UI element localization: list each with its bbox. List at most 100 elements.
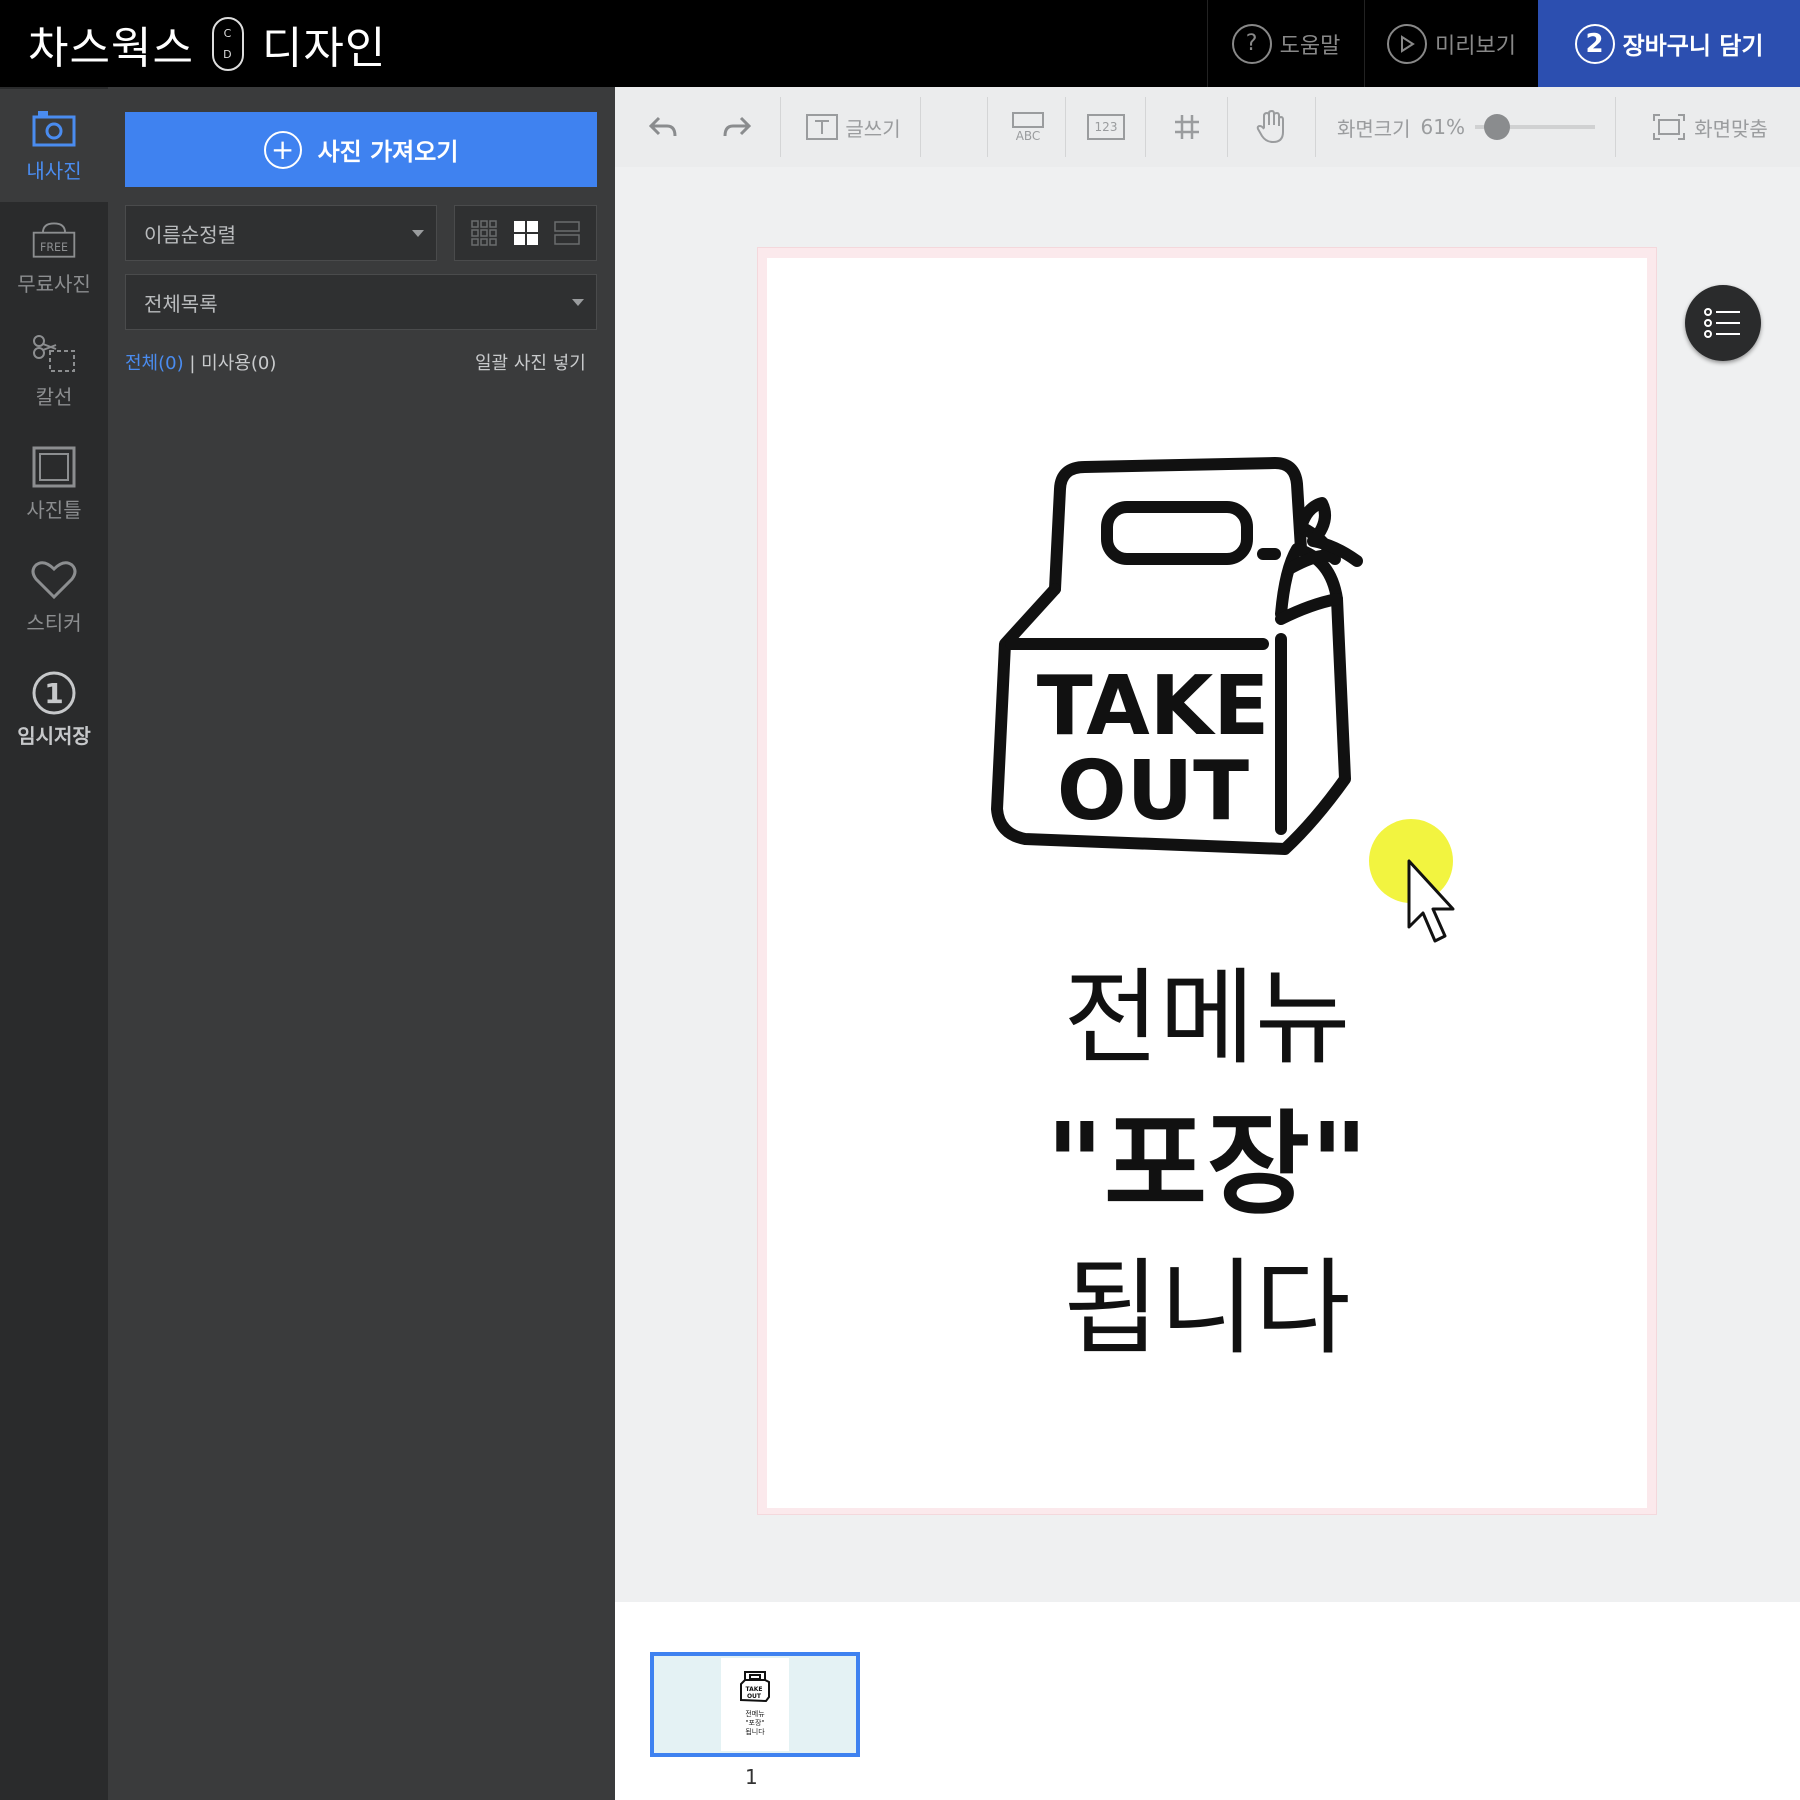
undo-button[interactable] bbox=[633, 87, 693, 167]
list-view-icon[interactable] bbox=[554, 220, 580, 246]
logo-pill-d: D bbox=[223, 48, 233, 61]
frame-icon bbox=[30, 446, 78, 488]
import-photo-label: 사진 가져오기 bbox=[317, 138, 459, 166]
help-label: 도움말 bbox=[1279, 33, 1341, 59]
plus-circle-icon: + bbox=[263, 130, 302, 169]
page-thumbnail-strip: TAKE OUT 전메뉴 "포장" 됩니다 1 bbox=[615, 1602, 1800, 1800]
zoom-label-group: 화면크기 61% bbox=[1315, 87, 1465, 167]
filter-unused[interactable]: 미사용(0) bbox=[201, 353, 276, 374]
editor-area: 글쓰기 ABC 123 화면크기 61% 화면맞춤 TAKE OUT 전메뉴 "… bbox=[615, 87, 1800, 1800]
folder-select[interactable]: 전체목록 bbox=[125, 274, 597, 330]
fit-screen-icon bbox=[1653, 114, 1686, 140]
redo-button[interactable] bbox=[707, 87, 767, 167]
mouse-cursor-icon bbox=[1369, 819, 1455, 943]
thumbnail-preview: TAKE OUT 전메뉴 "포장" 됩니다 bbox=[721, 1658, 789, 1751]
undo-icon bbox=[648, 116, 677, 137]
photo-filter-tabs: 전체(0) | 미사용(0) bbox=[125, 349, 276, 375]
toolbar-divider bbox=[1227, 97, 1228, 157]
grid-icon bbox=[1175, 115, 1199, 139]
toolbar-divider bbox=[1145, 97, 1146, 157]
help-icon: ? bbox=[1231, 23, 1272, 64]
zoom-label: 화면크기 bbox=[1336, 116, 1411, 141]
top-bar: 차스웍스 C D 디자인 ? 도움말 미리보기 2 장바구니 담기 bbox=[0, 0, 1800, 87]
camera-icon bbox=[30, 107, 78, 149]
add-to-cart-button[interactable]: 2 장바구니 담기 bbox=[1538, 0, 1800, 87]
page-number-button[interactable]: 123 bbox=[1071, 87, 1141, 167]
sidebar-item-cutline[interactable]: 칼선 bbox=[0, 315, 108, 428]
free-photo-icon: FREE bbox=[30, 220, 78, 262]
page-number-label: 123 bbox=[1086, 114, 1126, 140]
help-button[interactable]: ? 도움말 bbox=[1207, 0, 1364, 87]
scissors-icon bbox=[30, 333, 78, 375]
sidebar-item-label: 임시저장 bbox=[17, 724, 91, 748]
editor-toolbar: 글쓰기 ABC 123 화면크기 61% 화면맞춤 bbox=[615, 87, 1800, 167]
fit-screen-button[interactable]: 화면맞춤 bbox=[1640, 87, 1780, 167]
chevron-down-icon bbox=[412, 230, 424, 237]
toolbar-divider bbox=[987, 97, 988, 157]
filter-all[interactable]: 전체(0) bbox=[125, 353, 184, 374]
filter-separator: | bbox=[189, 353, 196, 374]
menu-text-line2[interactable]: "포장" bbox=[767, 1100, 1647, 1230]
svg-text:1: 1 bbox=[44, 677, 63, 710]
sidebar-item-sticker[interactable]: 스티커 bbox=[0, 541, 108, 654]
thumb-line3: 됩니다 bbox=[745, 1728, 765, 1736]
toolbar-divider bbox=[780, 97, 781, 157]
sidebar-item-label: 사진틀 bbox=[26, 498, 82, 522]
hand-icon bbox=[1256, 110, 1284, 144]
app-logo[interactable]: 차스웍스 C D 디자인 bbox=[28, 14, 386, 74]
sidebar-item-label: 칼선 bbox=[35, 385, 73, 409]
page-thumbnail[interactable]: TAKE OUT 전메뉴 "포장" 됩니다 bbox=[650, 1652, 860, 1757]
zoom-value: 61% bbox=[1420, 115, 1465, 139]
tool-sidebar: 내사진 FREE 무료사진 칼선 사진틀 스티커 1 임시저장 bbox=[0, 87, 108, 1800]
thumb-line2: "포장" bbox=[745, 1719, 765, 1727]
list-icon bbox=[1704, 308, 1740, 338]
takeout-bag-illustration[interactable]: TAKE OUT bbox=[985, 429, 1405, 869]
menu-text-line3[interactable]: 됩니다 bbox=[767, 1248, 1647, 1368]
grid-small-view-icon[interactable] bbox=[471, 220, 497, 246]
svg-text:FREE: FREE bbox=[40, 241, 68, 254]
photo-panel: + 사진 가져오기 이름순정렬 전체목록 전체(0) | 미사용(0) 일괄 사… bbox=[108, 87, 615, 1800]
sort-select[interactable]: 이름순정렬 bbox=[125, 205, 437, 261]
logo-pill-icon: C D bbox=[211, 17, 244, 71]
redo-icon bbox=[723, 116, 752, 137]
bag-text-take: TAKE bbox=[1037, 659, 1270, 754]
page-thumbnail-number: 1 bbox=[745, 1765, 758, 1789]
write-text-button[interactable]: 글쓰기 bbox=[793, 87, 913, 167]
sidebar-item-temp-save[interactable]: 1 임시저장 bbox=[0, 654, 108, 767]
import-photo-button[interactable]: + 사진 가져오기 bbox=[125, 112, 597, 187]
pan-button[interactable] bbox=[1235, 87, 1307, 167]
layers-menu-button[interactable] bbox=[1685, 285, 1761, 361]
fit-screen-label: 화면맞춤 bbox=[1694, 116, 1768, 141]
logo-text-left: 차스웍스 bbox=[28, 23, 194, 74]
sidebar-item-label: 스티커 bbox=[26, 611, 82, 635]
thumb-line1: 전메뉴 bbox=[745, 1710, 765, 1718]
bulk-insert-link[interactable]: 일괄 사진 넣기 bbox=[475, 349, 586, 375]
thumbnail-bag-icon: TAKEOUT bbox=[740, 1671, 770, 1703]
zoom-slider-handle[interactable] bbox=[1484, 114, 1511, 140]
cart-label: 장바구니 담기 bbox=[1622, 32, 1764, 60]
preview-button[interactable]: 미리보기 bbox=[1364, 0, 1538, 87]
bag-text-out: OUT bbox=[1057, 744, 1249, 839]
text-style-icon bbox=[1012, 112, 1044, 128]
sidebar-item-label: 무료사진 bbox=[17, 272, 91, 296]
sort-select-value: 이름순정렬 bbox=[144, 222, 236, 247]
sidebar-item-my-photos[interactable]: 내사진 bbox=[0, 89, 108, 202]
toolbar-divider bbox=[1065, 97, 1066, 157]
toolbar-divider bbox=[920, 97, 921, 157]
sidebar-item-label: 내사진 bbox=[26, 159, 82, 183]
text-style-button[interactable]: ABC bbox=[997, 87, 1059, 167]
folder-select-value: 전체목록 bbox=[144, 291, 218, 316]
sidebar-item-frame[interactable]: 사진틀 bbox=[0, 428, 108, 541]
chevron-down-icon bbox=[572, 299, 584, 306]
logo-text-right: 디자인 bbox=[261, 23, 387, 74]
design-page[interactable]: TAKE OUT 전메뉴 "포장" 됩니다 bbox=[767, 258, 1647, 1508]
svg-text:OUT: OUT bbox=[747, 1693, 762, 1700]
heart-icon bbox=[30, 559, 78, 601]
text-style-label: ABC bbox=[1015, 129, 1041, 143]
grid-toggle-button[interactable] bbox=[1151, 87, 1223, 167]
menu-text-line1[interactable]: 전메뉴 bbox=[767, 958, 1647, 1078]
logo-pill-c: C bbox=[223, 27, 233, 40]
sidebar-item-free-photos[interactable]: FREE 무료사진 bbox=[0, 202, 108, 315]
toolbar-divider bbox=[1615, 97, 1616, 157]
grid-large-view-icon[interactable] bbox=[513, 220, 539, 246]
